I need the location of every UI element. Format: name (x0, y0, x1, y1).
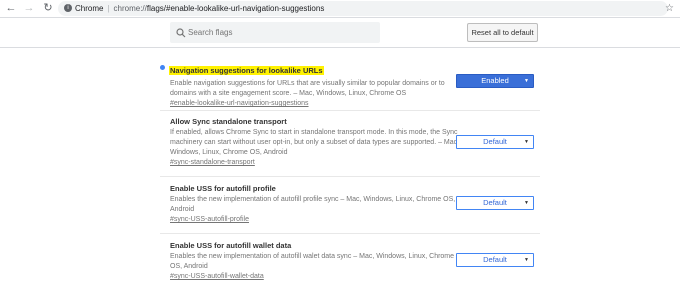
modified-indicator-dot (160, 65, 165, 70)
experiment-description: If enabled, allows Chrome Sync to start … (170, 129, 460, 156)
experiment-link[interactable]: #enable-lookalike-url-navigation-suggest… (170, 99, 460, 109)
experiment-divider (160, 110, 540, 111)
reload-icon[interactable]: ↻ (41, 1, 55, 15)
experiment-description: Enables the new implementation of autofi… (170, 253, 455, 270)
experiment-uss-autofill-profile: Enable USS for autofill profile Enables … (170, 183, 460, 225)
bookmark-star-icon[interactable]: ☆ (665, 1, 674, 16)
back-arrow-icon[interactable]: ← (4, 1, 18, 15)
experiment-link[interactable]: #sync-USS-autofill-profile (170, 215, 460, 225)
address-separator: | (107, 4, 110, 13)
experiment-title: Enable USS for autofill profile (170, 184, 276, 193)
experiment-select-lookalike-url[interactable]: Enabled ▼ (456, 74, 534, 88)
dropdown-caret-icon: ▼ (524, 139, 529, 145)
select-value: Default (483, 137, 507, 146)
dropdown-caret-icon: ▼ (524, 257, 529, 263)
chrome-label: Chrome (75, 4, 104, 13)
experiment-title: Allow Sync standalone transport (170, 117, 287, 126)
experiment-link[interactable]: #sync-USS-autofill-wallet-data (170, 272, 460, 282)
experiment-title-text: Navigation suggestions for lookalike URL… (169, 66, 324, 75)
experiment-divider (160, 233, 540, 234)
experiment-sync-standalone: Allow Sync standalone transport If enabl… (170, 116, 460, 168)
experiment-description: Enables the new implementation of autofi… (170, 196, 456, 213)
url-path: flags/#enable-lookalike-url-navigation-s… (146, 4, 325, 13)
experiment-title: Enable USS for autofill wallet data (170, 241, 292, 250)
experiment-lookalike-url: Navigation suggestions for lookalike URL… (169, 60, 460, 109)
experiment-select-uss-autofill-profile[interactable]: Default ▼ (456, 196, 534, 210)
experiment-link[interactable]: #sync-standalone-transport (170, 158, 460, 168)
select-value: Default (483, 198, 507, 207)
address-bar[interactable]: i Chrome | chrome://flags/#enable-lookalike… (58, 1, 668, 16)
experiment-select-uss-autofill-wallet[interactable]: Default ▼ (456, 253, 534, 267)
select-value: Enabled (481, 76, 509, 85)
experiment-description: Enable navigation suggestions for URLs t… (170, 80, 445, 97)
forward-arrow-icon[interactable]: → (22, 1, 36, 15)
flags-header: Reset all to default (0, 18, 680, 48)
browser-toolbar: ← → ↻ i Chrome | chrome://flags/#enable-loo… (0, 0, 680, 18)
select-value: Default (483, 255, 507, 264)
search-input[interactable] (170, 22, 380, 43)
experiment-uss-autofill-wallet: Enable USS for autofill wallet data Enab… (170, 240, 460, 282)
dropdown-caret-icon: ▼ (524, 200, 529, 206)
reset-all-button[interactable]: Reset all to default (467, 23, 538, 42)
dropdown-caret-icon: ▼ (524, 78, 529, 84)
search-icon (176, 28, 186, 38)
experiment-divider (160, 176, 540, 177)
experiment-select-sync-standalone[interactable]: Default ▼ (456, 135, 534, 149)
experiment-title: Navigation suggestions for lookalike URL… (169, 60, 460, 78)
url-prefix: chrome:// (113, 4, 147, 13)
info-icon[interactable]: i (64, 3, 72, 12)
